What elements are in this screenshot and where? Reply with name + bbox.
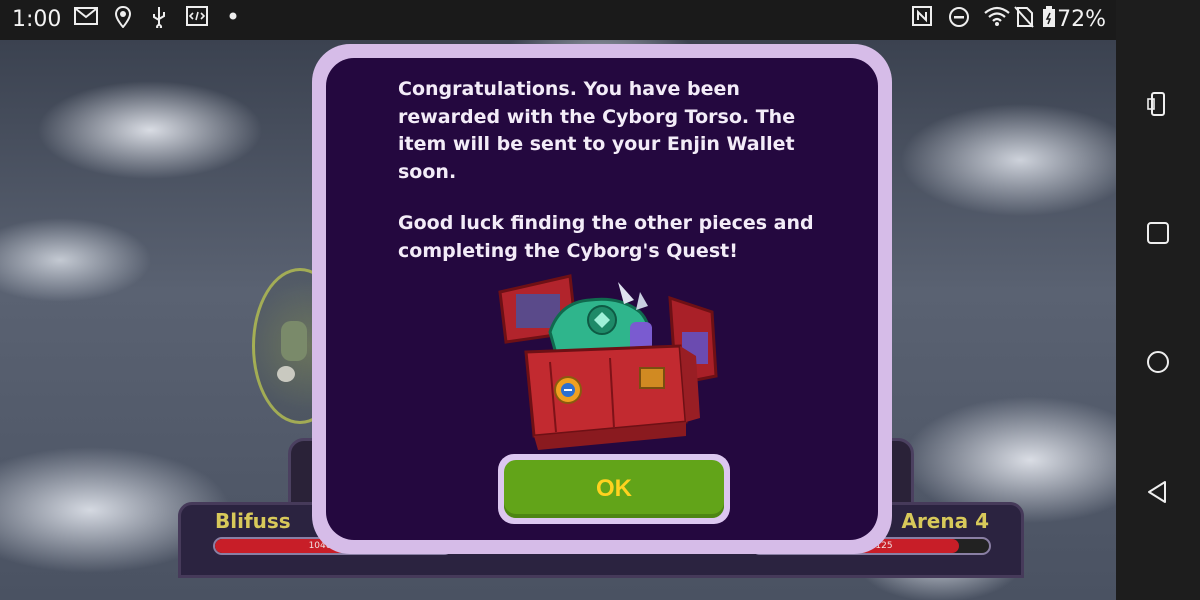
quest-message: Good luck finding the other pieces and c… — [398, 212, 814, 262]
home-circle-icon — [1145, 349, 1171, 379]
navigation-bar — [1116, 0, 1200, 600]
wifi-icon — [984, 6, 1010, 34]
status-time: 1:00 — [12, 7, 62, 32]
rotate-screen-button[interactable] — [1116, 76, 1200, 136]
dialog-body: Congratulations. You have been rewarded … — [326, 58, 878, 540]
recents-square-icon — [1146, 221, 1170, 249]
soldier-figure — [281, 321, 307, 361]
cyborg-torso-chest-image — [498, 274, 718, 450]
notification-dot-icon — [228, 6, 238, 32]
battery-icon — [1042, 6, 1056, 34]
ok-button[interactable]: OK — [498, 454, 730, 524]
do-not-disturb-icon — [948, 6, 970, 34]
battery-percent: 72% — [1057, 7, 1106, 32]
recents-button[interactable] — [1116, 205, 1200, 265]
back-button[interactable] — [1116, 464, 1200, 524]
reward-message: Congratulations. You have been rewarded … — [398, 78, 796, 183]
arena-name: Arena 4 — [901, 509, 989, 533]
location-pin-icon — [114, 5, 132, 34]
rotate-screen-icon — [1147, 91, 1169, 121]
ok-button-label: OK — [504, 460, 724, 518]
back-triangle-icon — [1145, 479, 1171, 509]
developer-code-icon — [186, 6, 208, 32]
reward-dialog: Congratulations. You have been rewarded … — [312, 44, 892, 554]
skull-icon — [277, 366, 295, 382]
usb-icon — [150, 6, 168, 34]
nfc-icon — [912, 6, 932, 32]
status-bar: 1:00 72% — [0, 0, 1116, 40]
home-button[interactable] — [1116, 334, 1200, 394]
gmail-icon — [74, 6, 98, 32]
no-sim-icon — [1014, 6, 1034, 34]
